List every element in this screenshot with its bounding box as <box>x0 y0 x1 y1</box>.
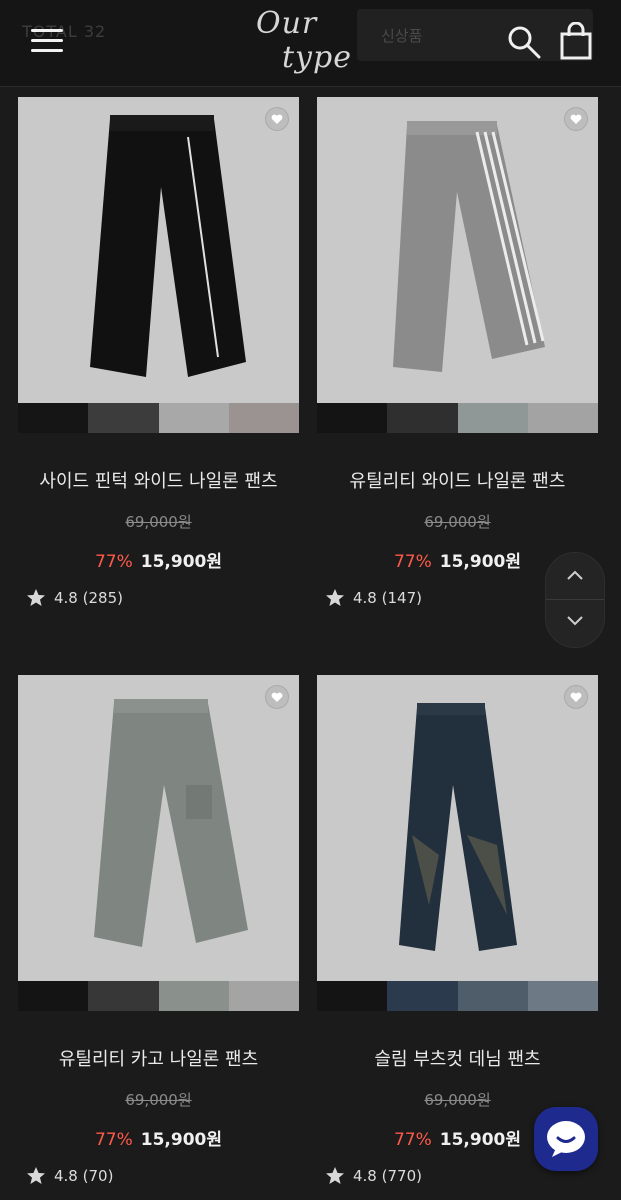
chat-button[interactable] <box>534 1107 598 1171</box>
star-icon <box>27 1167 45 1184</box>
rating: 4.8 (147) <box>325 588 422 608</box>
rating-score: 4.8 <box>54 589 78 607</box>
color-swatches <box>18 403 299 433</box>
hamburger-menu-icon[interactable] <box>31 29 63 53</box>
sale-price: 15,900원 <box>140 552 223 572</box>
product-name[interactable]: 슬림 부츠컷 데님 팬츠 <box>317 1045 598 1071</box>
pants-image <box>393 121 545 372</box>
product-image[interactable] <box>18 97 299 433</box>
sale-price: 15,900원 <box>439 1130 522 1150</box>
logo[interactable]: Our type <box>252 2 370 82</box>
review-count: (70) <box>82 1167 114 1185</box>
heart-icon[interactable] <box>564 685 588 709</box>
search-placeholder: 신상품 <box>381 27 423 45</box>
rating: 4.8 (285) <box>26 588 123 608</box>
logo-text-1: Our <box>256 6 318 41</box>
pants-image <box>90 115 246 377</box>
header: TOTAL 32 Our type 신상품 <box>0 0 621 87</box>
chevron-up-icon[interactable] <box>566 569 584 581</box>
star-icon <box>27 589 45 606</box>
jeans-image <box>399 703 517 951</box>
product-image[interactable] <box>18 675 299 1011</box>
sale-price-line: 77% 15,900원 <box>18 547 299 572</box>
search-icon[interactable] <box>506 24 542 60</box>
chevron-down-icon[interactable] <box>566 615 584 627</box>
chat-icon <box>547 1121 585 1157</box>
rating: 4.8 (770) <box>325 1166 422 1186</box>
sale-price-line: 77% 15,900원 <box>18 1125 299 1150</box>
sale-price: 15,900원 <box>140 1130 223 1150</box>
discount-rate: 77% <box>94 552 133 572</box>
original-price: 69,000원 <box>424 513 491 531</box>
heart-icon[interactable] <box>564 107 588 131</box>
color-swatches <box>317 403 598 433</box>
original-price: 69,000원 <box>125 1091 192 1109</box>
discount-rate: 77% <box>94 1130 133 1150</box>
review-count: (147) <box>381 589 422 607</box>
discount-rate: 77% <box>393 1130 432 1150</box>
sale-price: 15,900원 <box>439 552 522 572</box>
original-price: 69,000원 <box>125 513 192 531</box>
pants-image <box>94 699 248 947</box>
star-icon <box>326 589 344 606</box>
heart-icon[interactable] <box>265 685 289 709</box>
divider <box>546 599 604 600</box>
rating-score: 4.8 <box>54 1167 78 1185</box>
rating-score: 4.8 <box>353 589 377 607</box>
shopping-bag-icon[interactable] <box>559 22 593 60</box>
product-name[interactable]: 유틸리티 와이드 나일론 팬츠 <box>317 467 598 493</box>
product-name[interactable]: 사이드 핀턱 와이드 나일론 팬츠 <box>18 467 299 493</box>
logo-text-2: type <box>282 40 352 75</box>
product-name[interactable]: 유틸리티 카고 나일론 팬츠 <box>18 1045 299 1071</box>
star-icon <box>326 1167 344 1184</box>
scroll-controls <box>545 552 605 648</box>
discount-rate: 77% <box>393 552 432 572</box>
search-input[interactable]: 신상품 <box>357 9 593 61</box>
rating-score: 4.8 <box>353 1167 377 1185</box>
color-swatches <box>317 981 598 1011</box>
rating: 4.8 (70) <box>26 1166 113 1186</box>
product-image[interactable] <box>317 97 598 433</box>
color-swatches <box>18 981 299 1011</box>
product-image[interactable] <box>317 675 598 1011</box>
review-count: (770) <box>381 1167 422 1185</box>
review-count: (285) <box>82 589 123 607</box>
heart-icon[interactable] <box>265 107 289 131</box>
